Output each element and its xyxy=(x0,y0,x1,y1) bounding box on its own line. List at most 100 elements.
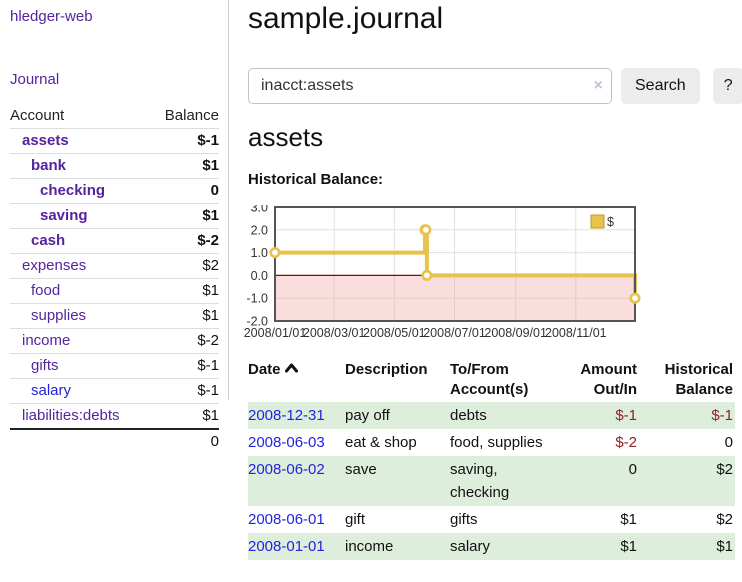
register-col-amount: Amount Out/In xyxy=(563,358,645,402)
transaction-description: pay off xyxy=(345,402,450,429)
search-button[interactable]: Search xyxy=(621,68,700,104)
account-link-supplies[interactable]: supplies xyxy=(31,307,86,324)
account-heading: assets xyxy=(248,122,323,153)
account-link-salary[interactable]: salary xyxy=(31,382,71,399)
account-row-supplies: supplies $1 xyxy=(10,303,219,328)
svg-text:2008/07/01: 2008/07/01 xyxy=(423,326,486,340)
transaction-balance: $-1 xyxy=(645,402,735,429)
transaction-balance: $2 xyxy=(645,506,735,533)
account-link-income[interactable]: income xyxy=(22,332,70,349)
transaction-amount: $1 xyxy=(563,506,645,533)
account-link-expenses[interactable]: expenses xyxy=(22,257,86,274)
sidebar-item-journal[interactable]: Journal xyxy=(10,71,59,88)
accounts-table: Account Balance assets $-1 bank $1 check… xyxy=(10,104,219,454)
svg-text:-1.0: -1.0 xyxy=(246,292,268,306)
search-bar: × Search ? xyxy=(248,68,742,104)
transaction-description: save xyxy=(345,456,450,506)
chart-title: Historical Balance: xyxy=(248,171,383,188)
svg-text:3.0: 3.0 xyxy=(251,205,268,215)
search-input[interactable] xyxy=(248,68,612,104)
account-link-checking[interactable]: checking xyxy=(40,182,105,199)
transaction-amount: $-2 xyxy=(563,429,645,456)
register-row: 2008-01-01 income salary $1 $1 xyxy=(248,533,735,560)
account-row-income: income $-2 xyxy=(10,328,219,353)
page-title: sample.journal xyxy=(248,2,443,36)
account-link-gifts[interactable]: gifts xyxy=(31,357,59,374)
svg-text:2008/05/01: 2008/05/01 xyxy=(363,326,426,340)
register-col-accounts: To/From Account(s) xyxy=(450,358,563,402)
svg-text:2.0: 2.0 xyxy=(251,223,268,237)
svg-text:2008/03/01: 2008/03/01 xyxy=(303,326,366,340)
svg-text:2008/01/01: 2008/01/01 xyxy=(244,326,307,340)
transaction-date-link[interactable]: 2008-01-01 xyxy=(248,538,325,555)
account-link-food[interactable]: food xyxy=(31,282,60,299)
accounts-total-row: 0 xyxy=(10,429,219,454)
transaction-accounts: salary xyxy=(450,533,563,560)
accounts-header-row: Account Balance xyxy=(10,104,219,128)
transaction-date-link[interactable]: 2008-06-02 xyxy=(248,461,325,478)
transaction-accounts: saving, checking xyxy=(450,456,563,506)
account-row-cash: cash $-2 xyxy=(10,228,219,253)
account-link-cash[interactable]: cash xyxy=(31,232,65,249)
account-balance: $1 xyxy=(150,303,219,328)
transaction-balance: $2 xyxy=(645,456,735,506)
account-row-checking: checking 0 xyxy=(10,178,219,203)
transaction-description: eat & shop xyxy=(345,429,450,456)
register-row: 2008-06-03 eat & shop food, supplies $-2… xyxy=(248,429,735,456)
account-balance: $1 xyxy=(150,153,219,178)
account-link-assets[interactable]: assets xyxy=(22,132,69,149)
transaction-accounts: gifts xyxy=(450,506,563,533)
account-balance: $-2 xyxy=(150,228,219,253)
transaction-description: income xyxy=(345,533,450,560)
account-link-bank[interactable]: bank xyxy=(31,157,66,174)
account-row-food: food $1 xyxy=(10,278,219,303)
transaction-amount: $1 xyxy=(563,533,645,560)
register-row: 2008-06-01 gift gifts $1 $2 xyxy=(248,506,735,533)
accounts-col-account: Account xyxy=(10,104,150,128)
register-col-description: Description xyxy=(345,358,450,402)
brand-link[interactable]: hledger-web xyxy=(10,8,93,25)
register-header-row: Date Description To/From Account(s) Amou… xyxy=(248,358,735,402)
account-link-saving[interactable]: saving xyxy=(40,207,88,224)
transaction-amount: $-1 xyxy=(563,402,645,429)
svg-text:2008/11/01: 2008/11/01 xyxy=(545,326,607,340)
account-row-gifts: gifts $-1 xyxy=(10,353,219,378)
account-link-liabilities-debts[interactable]: liabilities:debts xyxy=(22,407,120,424)
account-balance: $-2 xyxy=(150,328,219,353)
transaction-date-link[interactable]: 2008-06-01 xyxy=(248,511,325,528)
account-balance: $-1 xyxy=(150,378,219,403)
account-row-assets: assets $-1 xyxy=(10,128,219,153)
sidebar-divider xyxy=(228,0,229,400)
svg-text:$: $ xyxy=(607,215,614,229)
svg-text:1.0: 1.0 xyxy=(251,246,268,260)
svg-text:2008/09/01: 2008/09/01 xyxy=(484,326,547,340)
transaction-date-link[interactable]: 2008-12-31 xyxy=(248,407,325,424)
account-balance: $1 xyxy=(150,278,219,303)
clear-search-icon[interactable]: × xyxy=(594,76,603,96)
register-col-date[interactable]: Date xyxy=(248,358,345,402)
account-row-saving: saving $1 xyxy=(10,203,219,228)
transaction-date-link[interactable]: 2008-06-03 xyxy=(248,434,325,451)
transaction-balance: $1 xyxy=(645,533,735,560)
search-input-wrap: × xyxy=(248,68,612,104)
transaction-accounts: food, supplies xyxy=(450,429,563,456)
register-row: 2008-06-02 save saving, checking 0 $2 xyxy=(248,456,735,506)
transaction-description: gift xyxy=(345,506,450,533)
register-table: Date Description To/From Account(s) Amou… xyxy=(248,358,735,560)
sort-asc-icon xyxy=(285,363,298,373)
account-balance: $-1 xyxy=(150,128,219,153)
transaction-amount: 0 xyxy=(563,456,645,506)
account-balance: $-1 xyxy=(150,353,219,378)
account-balance: 0 xyxy=(150,178,219,203)
account-row-bank: bank $1 xyxy=(10,153,219,178)
historical-balance-chart[interactable]: $3.02.01.00.0-1.0-2.02008/01/012008/03/0… xyxy=(241,205,671,350)
help-button[interactable]: ? xyxy=(713,68,742,104)
account-row-salary: salary $-1 xyxy=(10,378,219,403)
balance-chart-svg: $3.02.01.00.0-1.0-2.02008/01/012008/03/0… xyxy=(241,205,671,345)
transaction-accounts: debts xyxy=(450,402,563,429)
account-balance: $2 xyxy=(150,253,219,278)
transaction-balance: 0 xyxy=(645,429,735,456)
svg-text:0.0: 0.0 xyxy=(251,269,268,283)
accounts-col-balance: Balance xyxy=(150,104,219,128)
register-col-balance: Historical Balance xyxy=(645,358,735,402)
